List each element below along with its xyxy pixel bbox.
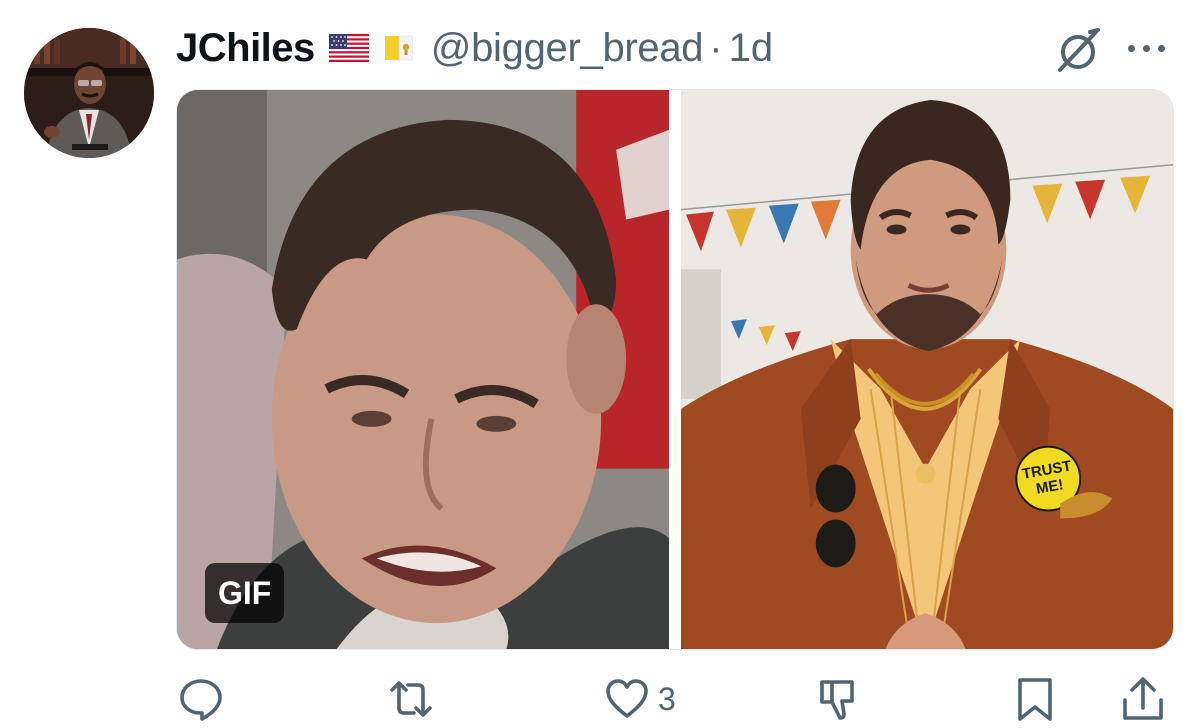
avatar[interactable] <box>24 28 154 158</box>
timestamp[interactable]: 1d <box>729 26 774 71</box>
user-handle[interactable]: @bigger_bread <box>431 26 704 71</box>
repost-icon <box>390 681 432 717</box>
photo-image: TRUST ME! <box>681 90 1173 649</box>
separator-dot: · <box>709 25 723 70</box>
reply-button[interactable] <box>178 676 224 722</box>
repost-button[interactable] <box>388 676 434 722</box>
share-button[interactable] <box>1120 676 1166 722</box>
bookmark-icon <box>1018 678 1052 721</box>
dislike-button[interactable] <box>816 676 862 722</box>
tweet-media[interactable]: GIF TRUST ME! <box>176 89 1174 650</box>
share-icon <box>1123 677 1163 720</box>
gif-media[interactable]: GIF <box>177 90 669 649</box>
like-count: 3 <box>658 680 676 717</box>
heart-icon <box>606 679 648 718</box>
tweet-header: JChiles @bigger_bread · 1d <box>176 22 773 74</box>
gif-badge: GIF <box>205 563 285 623</box>
flag-us-icon <box>328 34 369 62</box>
more-options-icon[interactable] <box>1128 38 1172 58</box>
avatar-image <box>24 28 154 158</box>
thumbs-down-icon <box>820 680 854 720</box>
tweet-action-bar: 3 <box>176 676 1166 722</box>
reply-icon <box>180 679 222 721</box>
bookmark-button[interactable] <box>1012 676 1058 722</box>
image-media[interactable]: TRUST ME! <box>681 90 1173 649</box>
flag-vatican-icon <box>384 34 414 62</box>
grok-icon[interactable] <box>1052 26 1104 74</box>
like-button[interactable]: 3 <box>604 676 676 722</box>
display-name[interactable]: JChiles <box>176 26 315 71</box>
